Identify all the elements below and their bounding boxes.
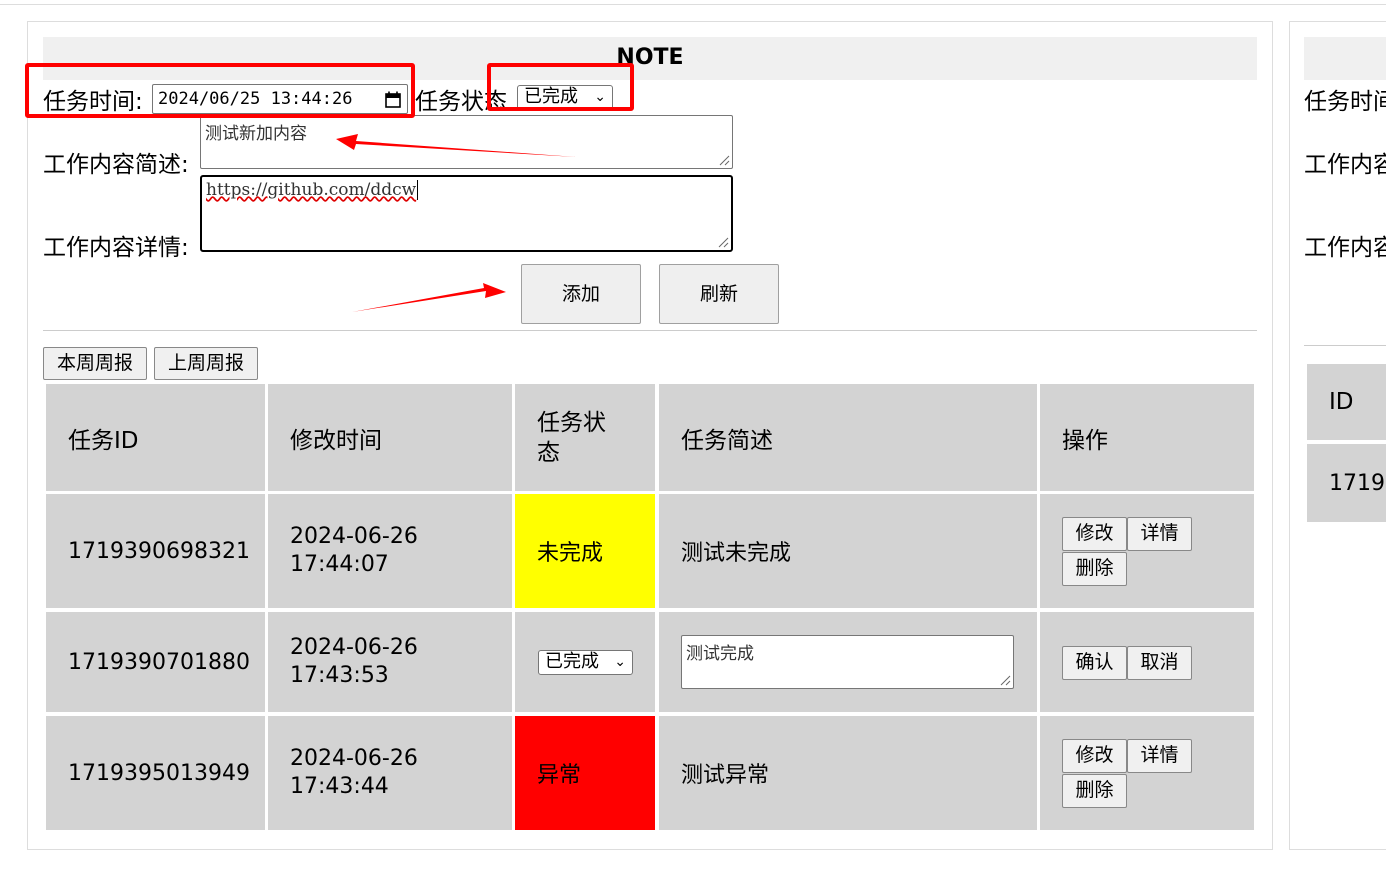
arrow-add-icon <box>352 283 506 312</box>
arrow-summary-icon <box>336 134 576 157</box>
annotation-arrows <box>336 134 576 312</box>
